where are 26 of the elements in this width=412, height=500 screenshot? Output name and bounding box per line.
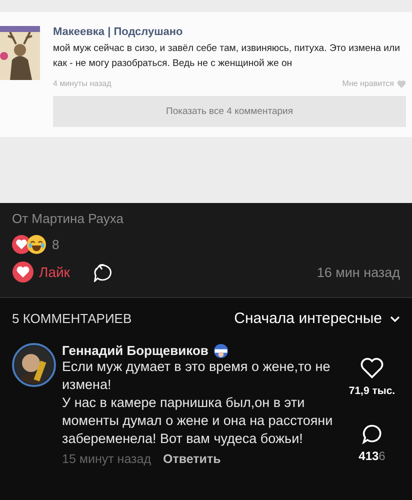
laughing-emoji-icon [27,235,46,254]
share-icon[interactable] [92,262,114,282]
group-name: Макеевка | Подслушано [53,26,184,38]
comment-icon[interactable] [361,423,383,445]
comment-time: 15 минут назад [62,452,151,466]
reply-link[interactable]: Ответить [163,452,221,466]
sort-dropdown[interactable]: Сначала интересные [234,310,400,327]
like-count: 71,9 тыс. [348,385,396,397]
reply-count: 413 [358,449,379,463]
comment-author[interactable]: Геннадий Борщевиков [62,343,208,358]
like-label: Мне нравится [342,79,394,88]
post-text: мой муж сейчас в сизо, и завёл себе там, извиняюсь, питуха. Это измена или как - не могу разобраться. Ведь не с женщиной же он [53,42,401,71]
heart-icon [397,80,406,88]
count-label: 6 [378,449,386,463]
comments-count: 5 КОММЕНТАРИЕВ [12,311,132,326]
heart-icon[interactable] [360,357,384,379]
badge-icon [214,344,228,358]
comment-text: У нас в камере парнишка был,он в эти моменты думал о жене и она на расстояни забеременела! Вот вам чудеса божьи! [62,394,334,448]
post-time: 4 минуты назад [53,79,112,88]
reaction-count: 8 [52,237,60,252]
show-comments-button[interactable]: Показать все 4 комментария [53,96,406,127]
post-time: 16 мин назад [316,264,400,280]
like-button[interactable]: Лайк [12,261,70,283]
comment-text: Если муж думает в это время о жене,то не измена! [62,358,332,394]
post-author: От Мартина Рауха [12,211,124,226]
chevron-down-icon [390,316,400,322]
